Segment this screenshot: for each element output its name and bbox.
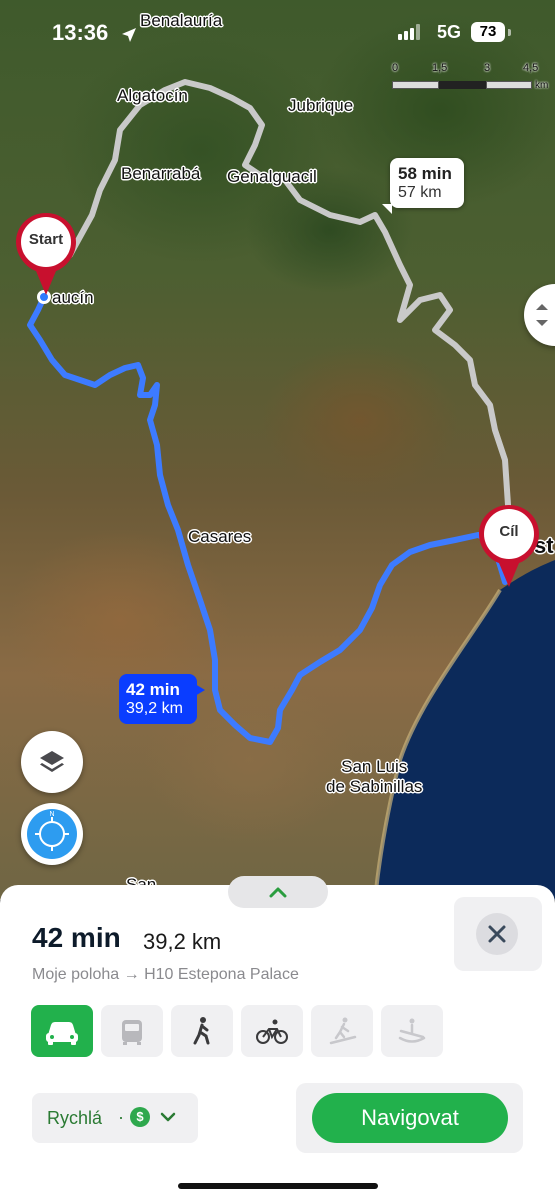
scale-label-3: 4,5 (523, 62, 539, 74)
status-time: 13:36 (52, 20, 109, 45)
place-san-luis-line2: de Sabinillas (326, 777, 423, 796)
main-route-callout[interactable]: 42 min 39,2 km (119, 674, 205, 724)
scale-label-0: 0 (392, 62, 399, 74)
alt-route-distance: 57 km (398, 184, 442, 201)
main-route-distance: 39,2 km (126, 700, 183, 717)
route-distance: 39,2 km (143, 929, 222, 954)
compass-icon: N (27, 809, 77, 859)
map-view[interactable]: Benalauría Algatocín Jubrique Benarrabá … (0, 0, 555, 900)
map-side-toggle-button[interactable] (524, 284, 555, 346)
place-benarraba: Benarrabá (121, 164, 201, 183)
alt-route-line (67, 79, 511, 508)
layers-icon (40, 751, 64, 772)
home-indicator[interactable] (178, 1183, 378, 1189)
scale-segment (392, 81, 439, 89)
chevron-updown-icon (536, 304, 548, 326)
navigate-button[interactable]: Navigovat (312, 1093, 508, 1143)
scale-unit: km (535, 80, 549, 91)
place-san-luis-line1: San Luis (341, 757, 408, 776)
navigate-button-area: Navigovat (296, 1083, 523, 1153)
alt-route-callout[interactable]: 58 min 57 km (382, 158, 464, 214)
battery-tip (508, 29, 511, 36)
place-casares: Casares (188, 527, 252, 546)
destination-pin[interactable]: Cíl (477, 503, 541, 593)
battery-level: 73 (471, 22, 505, 42)
network-type: 5G (437, 22, 462, 42)
map-layers-button[interactable] (21, 731, 83, 793)
mode-boat-button[interactable] (381, 1005, 443, 1057)
signal-icon (398, 24, 420, 40)
separator-dot: · (118, 1107, 124, 1127)
destination-pin-label: Cíl (499, 523, 519, 540)
place-jubrique: Jubrique (288, 96, 354, 115)
main-route-line (27, 294, 508, 745)
compass-button[interactable]: N (21, 803, 83, 865)
route-duration: 42 min (32, 922, 121, 953)
callout-tail (195, 684, 205, 696)
sheet-expand-handle[interactable] (228, 876, 328, 908)
mode-ski-button[interactable] (311, 1005, 373, 1057)
status-bar: 13:36 5G 73 (0, 0, 555, 62)
bike-icon (256, 1019, 288, 1044)
location-arrow-icon (122, 28, 136, 42)
place-genalguacil: Genalguacil (227, 167, 317, 186)
mode-car-button[interactable] (31, 1005, 93, 1057)
route-type-label: Rychlá (47, 1108, 103, 1128)
svg-text:N: N (49, 811, 54, 818)
place-algatocin: Algatocín (117, 86, 188, 105)
start-pin[interactable]: Start (14, 211, 78, 301)
sea (27, 79, 555, 900)
mode-bike-button[interactable] (241, 1005, 303, 1057)
close-icon (488, 925, 506, 943)
scale-segment (439, 81, 486, 89)
scale-segment (486, 81, 532, 89)
route-description: Moje poloha → H10 Estepona Palace (32, 966, 299, 983)
mode-bus-button[interactable] (101, 1005, 163, 1057)
car-icon (46, 1022, 78, 1045)
route-type-selector[interactable]: Rychlá · $ (32, 1093, 198, 1143)
start-pin-label: Start (28, 231, 64, 248)
walk-icon (193, 1017, 210, 1045)
place-san-luis: San Luis de Sabinillas (326, 757, 422, 797)
ski-icon (329, 1017, 357, 1045)
close-button-area (454, 897, 542, 971)
chevron-down-icon (160, 1112, 176, 1122)
alt-route-time: 58 min (398, 164, 452, 183)
bus-icon (122, 1020, 142, 1045)
main-route-time: 42 min (126, 680, 180, 699)
map-scale: 0 1,5 3 4,5 km (392, 62, 548, 94)
screen: Benalauría Algatocín Jubrique Benarrabá … (0, 0, 555, 1200)
mode-walk-button[interactable] (171, 1005, 233, 1057)
chevron-up-icon (269, 887, 287, 898)
scale-label-2: 3 (484, 62, 491, 74)
toll-icon: $ (130, 1107, 150, 1127)
close-button[interactable] (476, 913, 518, 955)
scale-label-1: 1,5 (432, 62, 448, 74)
boat-icon (398, 1018, 426, 1043)
callout-tail (382, 204, 392, 214)
